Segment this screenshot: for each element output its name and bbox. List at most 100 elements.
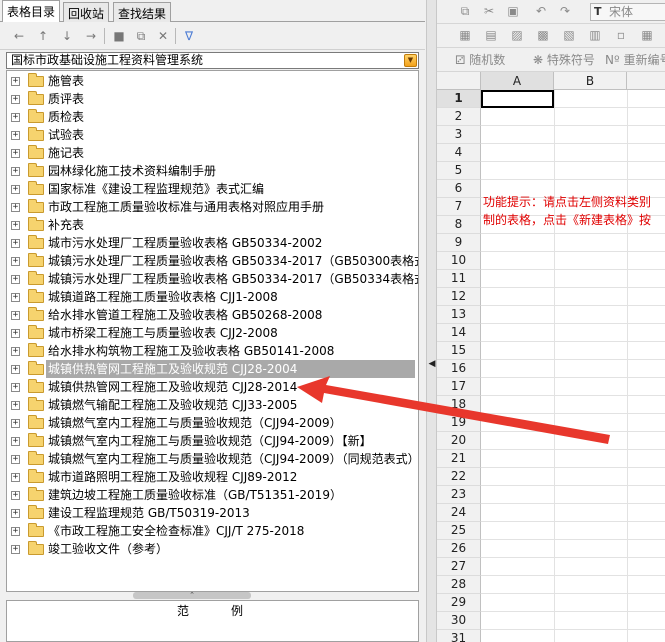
expand-plus-icon[interactable]: + xyxy=(11,203,20,212)
expand-plus-icon[interactable]: + xyxy=(11,401,20,410)
arrow-left-icon[interactable]: ← xyxy=(10,27,28,45)
scissors-icon[interactable]: ✂ xyxy=(481,4,497,19)
row-header[interactable]: 26 xyxy=(437,540,481,558)
select-all-corner[interactable] xyxy=(437,72,481,90)
format-icon[interactable]: ▫ xyxy=(613,28,629,43)
row-header[interactable]: 30 xyxy=(437,612,481,630)
expand-plus-icon[interactable]: + xyxy=(11,455,20,464)
merge-cell-icon[interactable]: ▩ xyxy=(535,28,551,43)
tree-item[interactable]: + 建筑边坡工程施工质量验收标准（GB/T51351-2019） xyxy=(7,486,418,504)
tree-item[interactable]: + 城镇污水处理厂工程质量验收表格 GB50334-2017（GB50334表格式… xyxy=(7,270,418,288)
expand-plus-icon[interactable]: + xyxy=(11,527,20,536)
spreadsheet-grid[interactable]: A B 1 2 3 4 5 6 7 8 9 10 11 12 13 14 15 16 17 18 19 20 21 22 2… xyxy=(437,72,665,642)
split-cell-icon[interactable]: ▨ xyxy=(509,28,525,43)
font-select[interactable]: T 宋体 xyxy=(590,3,665,21)
row-header[interactable]: 31 xyxy=(437,630,481,642)
random-number-button[interactable]: ⚂ 随机数 xyxy=(455,52,505,68)
expand-plus-icon[interactable]: + xyxy=(11,473,20,482)
row-header[interactable]: 9 xyxy=(437,234,481,252)
row-header[interactable]: 25 xyxy=(437,522,481,540)
collapse-left-icon[interactable]: ◀ xyxy=(428,356,436,372)
tree-item[interactable]: + 园林绿化施工技术资料编制手册 xyxy=(7,162,418,180)
expand-plus-icon[interactable]: + xyxy=(11,419,20,428)
tree-item[interactable]: + 试验表 xyxy=(7,126,418,144)
expand-plus-icon[interactable]: + xyxy=(11,311,20,320)
tree-item[interactable]: + 建设工程监理规范 GB/T50319-2013 xyxy=(7,504,418,522)
tree-item[interactable]: + 质评表 xyxy=(7,90,418,108)
splitter-grip-icon[interactable]: ⌃ xyxy=(133,592,251,599)
tree-item[interactable]: + 城镇燃气室内工程施工与质量验收规范（CJJ94-2009）（同规范表式） xyxy=(7,450,418,468)
row-header[interactable]: 17 xyxy=(437,378,481,396)
expand-plus-icon[interactable]: + xyxy=(11,545,20,554)
row-header[interactable]: 14 xyxy=(437,324,481,342)
expand-plus-icon[interactable]: + xyxy=(11,113,20,122)
delete-icon[interactable]: ✕ xyxy=(154,27,172,45)
expand-plus-icon[interactable]: + xyxy=(11,437,20,446)
chevron-down-icon[interactable]: ▼ xyxy=(404,54,417,67)
column-header-b[interactable]: B xyxy=(554,72,627,90)
tree-item[interactable]: + 质检表 xyxy=(7,108,418,126)
expand-plus-icon[interactable]: + xyxy=(11,149,20,158)
arrow-up-icon[interactable]: ↑ xyxy=(34,27,52,45)
row-header[interactable]: 20 xyxy=(437,432,481,450)
renumber-button[interactable]: Nº 重新编号 xyxy=(605,52,665,68)
tree-item[interactable]: + 城镇燃气输配工程施工及验收规范 CJJ33-2005 xyxy=(7,396,418,414)
redo-icon[interactable]: ↷ xyxy=(557,4,573,19)
tree-item[interactable]: + 城市道路照明工程施工及验收规程 CJJ89-2012 xyxy=(7,468,418,486)
tab-recycle-bin[interactable]: 回收站 xyxy=(63,2,110,22)
expand-plus-icon[interactable]: + xyxy=(11,77,20,86)
row-header[interactable]: 2 xyxy=(437,108,481,126)
expand-plus-icon[interactable]: + xyxy=(11,293,20,302)
new-doc-icon[interactable]: ■ xyxy=(110,27,128,45)
tree-item[interactable]: + 补充表 xyxy=(7,216,418,234)
row-header[interactable]: 5 xyxy=(437,162,481,180)
row-header[interactable]: 8 xyxy=(437,216,481,234)
row-header[interactable]: 21 xyxy=(437,450,481,468)
filter-icon[interactable]: ∇ xyxy=(180,27,198,45)
expand-plus-icon[interactable]: + xyxy=(11,167,20,176)
undo-icon[interactable]: ↶ xyxy=(533,4,549,19)
expand-plus-icon[interactable]: + xyxy=(11,221,20,230)
expand-plus-icon[interactable]: + xyxy=(11,491,20,500)
tree-item[interactable]: + 城镇燃气室内工程施工与质量验收规范（CJJ94-2009） xyxy=(7,414,418,432)
tree-item[interactable]: + 城镇道路工程施工质量验收表格 CJJ1-2008 xyxy=(7,288,418,306)
expand-plus-icon[interactable]: + xyxy=(11,365,20,374)
row-header[interactable]: 13 xyxy=(437,306,481,324)
expand-plus-icon[interactable]: + xyxy=(11,347,20,356)
expand-plus-icon[interactable]: + xyxy=(11,275,20,284)
system-select[interactable]: 国标市政基础设施工程资料管理系统 ▼ xyxy=(6,52,419,69)
tree-item[interactable]: + 竣工验收文件（参考） xyxy=(7,540,418,558)
expand-plus-icon[interactable]: + xyxy=(11,509,20,518)
row-header[interactable]: 11 xyxy=(437,270,481,288)
row-header[interactable]: 28 xyxy=(437,576,481,594)
panel-splitter[interactable]: ⌃ xyxy=(0,592,425,600)
row-header[interactable]: 15 xyxy=(437,342,481,360)
tree-item[interactable]: + 城镇供热管网工程施工及验收规范 CJJ28-2014 xyxy=(7,378,418,396)
column-header-a[interactable]: A xyxy=(481,72,554,90)
tree-item[interactable]: + 国家标准《建设工程监理规范》表式汇编 xyxy=(7,180,418,198)
tree-item[interactable]: + 给水排水构筑物工程施工及验收表格 GB50141-2008 xyxy=(7,342,418,360)
expand-plus-icon[interactable]: + xyxy=(11,131,20,140)
row-header[interactable]: 19 xyxy=(437,414,481,432)
row-header[interactable]: 7 xyxy=(437,198,481,216)
delete-column-icon[interactable]: ▥ xyxy=(587,28,603,43)
expand-plus-icon[interactable]: + xyxy=(11,239,20,248)
expand-plus-icon[interactable]: + xyxy=(11,185,20,194)
tab-table-directory[interactable]: 表格目录 xyxy=(2,0,61,22)
row-header[interactable]: 29 xyxy=(437,594,481,612)
delete-row-icon[interactable]: ▧ xyxy=(561,28,577,43)
special-symbol-button[interactable]: ❋ 特殊符号 xyxy=(533,52,595,68)
insert-row-icon[interactable]: ▦ xyxy=(457,28,473,43)
copy-icon[interactable]: ⧉ xyxy=(132,27,150,45)
tree-item[interactable]: + 城市桥梁工程施工与质量验收表 CJJ2-2008 xyxy=(7,324,418,342)
tree-item[interactable]: + 施管表 xyxy=(7,72,418,90)
tree-item[interactable]: + 施记表 xyxy=(7,144,418,162)
row-header[interactable]: 16 xyxy=(437,360,481,378)
copy-icon[interactable]: ⧉ xyxy=(457,4,473,19)
tree-item[interactable]: + 城市污水处理厂工程质量验收表格 GB50334-2002 xyxy=(7,234,418,252)
row-header[interactable]: 18 xyxy=(437,396,481,414)
active-cell[interactable] xyxy=(481,90,554,108)
row-header[interactable]: 3 xyxy=(437,126,481,144)
expand-plus-icon[interactable]: + xyxy=(11,329,20,338)
tree-item[interactable]: + 城镇燃气室内工程施工与质量验收规范（CJJ94-2009）【新】 xyxy=(7,432,418,450)
